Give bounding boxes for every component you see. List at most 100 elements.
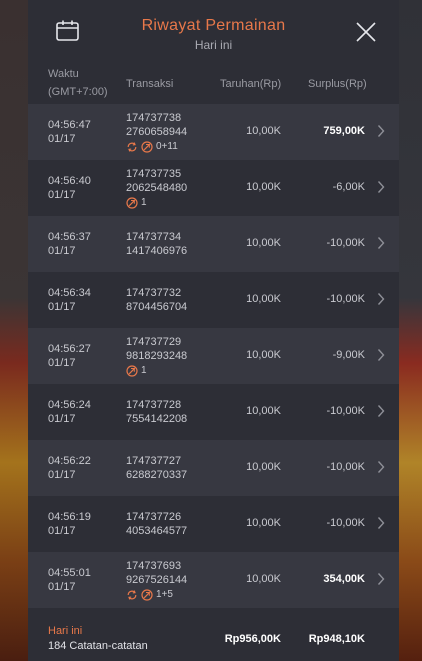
row-transaction-id: 174737729	[126, 336, 182, 348]
row-transaction: 174737728 7554142208	[126, 398, 187, 426]
history-row[interactable]: 04:56:47 01/17 174737738 2760658944 0+11 10,0…	[28, 104, 399, 160]
row-transaction-id: 174737726	[126, 511, 182, 523]
row-bet: 10,00K	[246, 349, 281, 361]
row-bet: 10,00K	[246, 573, 281, 585]
row-bet: 10,00K	[246, 125, 281, 137]
row-transaction: 174737729 9818293248 1	[126, 335, 187, 378]
row-time: 04:55:01 01/17	[48, 566, 91, 594]
row-date-value: 01/17	[48, 469, 76, 481]
row-transaction-ref: 8704456704	[126, 301, 188, 313]
row-bet: 10,00K	[246, 461, 281, 473]
row-badges: 1	[126, 364, 187, 378]
history-row[interactable]: 04:56:24 01/17 174737728 7554142208 10,00K -1…	[28, 384, 399, 440]
history-list: 04:56:47 01/17 174737738 2760658944 0+11 10,0…	[28, 104, 399, 608]
row-transaction: 174737735 2062548480 1	[126, 167, 187, 210]
summary-footer: Hari ini 184 Catatan-catatan Rp956,00K R…	[28, 614, 399, 661]
row-surplus: -10,00K	[326, 461, 365, 473]
row-time-value: 04:56:40	[48, 175, 91, 187]
history-row[interactable]: 04:56:37 01/17 174737734 1417406976 10,00K -1…	[28, 216, 399, 272]
footer-record-count: 184 Catatan-catatan	[48, 640, 148, 652]
row-surplus: -10,00K	[326, 517, 365, 529]
footer-period-label: Hari ini	[48, 625, 83, 637]
panel-subtitle: Hari ini	[194, 38, 233, 52]
row-transaction-ref: 2760658944	[126, 126, 188, 138]
row-bet: 10,00K	[246, 181, 281, 193]
chevron-right-icon[interactable]	[377, 516, 385, 530]
chevron-right-icon[interactable]	[377, 460, 385, 474]
game-background-left	[0, 0, 28, 661]
chevron-right-icon[interactable]	[377, 348, 385, 362]
bonus-icon	[141, 589, 153, 601]
badge-count: 1	[141, 365, 147, 376]
history-row[interactable]: 04:56:34 01/17 174737732 8704456704 10,00K -1…	[28, 272, 399, 328]
game-history-panel: Riwayat Permainan Hari ini Waktu (GMT+7:…	[28, 0, 399, 661]
row-transaction-id: 174737734	[126, 231, 182, 243]
row-transaction-ref: 1417406976	[126, 245, 188, 257]
row-badges: 0+11	[126, 140, 187, 154]
row-surplus: 759,00K	[323, 125, 365, 137]
row-date-value: 01/17	[48, 189, 76, 201]
row-transaction: 174737693 9267526144 1+5	[126, 559, 187, 602]
bonus-icon	[126, 197, 138, 209]
close-icon[interactable]	[354, 20, 378, 44]
row-transaction: 174737738 2760658944 0+11	[126, 111, 187, 154]
row-transaction: 174737734 1417406976	[126, 230, 187, 258]
footer-total-surplus: Rp948,10K	[308, 633, 365, 645]
panel-title: Riwayat Permainan	[141, 17, 286, 34]
row-time: 04:56:24 01/17	[48, 398, 91, 426]
row-bet: 10,00K	[246, 517, 281, 529]
chevron-right-icon[interactable]	[377, 404, 385, 418]
row-badges: 1	[126, 196, 187, 210]
row-time-value: 04:56:19	[48, 511, 91, 523]
column-timezone-label: (GMT+7:00)	[48, 86, 108, 98]
row-time: 04:56:34 01/17	[48, 286, 91, 314]
chevron-right-icon[interactable]	[377, 292, 385, 306]
row-date-value: 01/17	[48, 133, 76, 145]
footer-total-bet: Rp956,00K	[224, 633, 281, 645]
row-time-value: 04:56:47	[48, 119, 91, 131]
row-time: 04:56:37 01/17	[48, 230, 91, 258]
row-date-value: 01/17	[48, 357, 76, 369]
row-time-value: 04:56:37	[48, 231, 91, 243]
row-time-value: 04:56:27	[48, 343, 91, 355]
chevron-right-icon[interactable]	[377, 236, 385, 250]
row-badges: 1+5	[126, 588, 187, 602]
row-transaction-ref: 9818293248	[126, 350, 188, 362]
row-date-value: 01/17	[48, 301, 76, 313]
row-transaction-ref: 6288270337	[126, 469, 188, 481]
row-surplus: -6,00K	[332, 181, 365, 193]
row-bet: 10,00K	[246, 293, 281, 305]
row-transaction-id: 174737732	[126, 287, 182, 299]
row-date-value: 01/17	[48, 525, 76, 537]
badge-count: 0+11	[156, 141, 178, 152]
badge-count: 1+5	[156, 589, 173, 600]
row-transaction-id: 174737727	[126, 455, 182, 467]
history-row[interactable]: 04:56:22 01/17 174737727 6288270337 10,00K -1…	[28, 440, 399, 496]
row-transaction-ref: 4053464577	[126, 525, 188, 537]
column-time-label: Waktu	[48, 68, 79, 80]
row-transaction-ref: 9267526144	[126, 574, 188, 586]
chevron-right-icon[interactable]	[377, 572, 385, 586]
row-time-value: 04:56:22	[48, 455, 91, 467]
bonus-icon	[126, 365, 138, 377]
chevron-right-icon[interactable]	[377, 124, 385, 138]
history-row[interactable]: 04:55:01 01/17 174737693 9267526144 1+5 10,00…	[28, 552, 399, 608]
history-row[interactable]: 04:56:40 01/17 174737735 2062548480 1 10,00K -…	[28, 160, 399, 216]
row-time: 04:56:19 01/17	[48, 510, 91, 538]
row-transaction: 174737727 6288270337	[126, 454, 187, 482]
row-surplus: -10,00K	[326, 293, 365, 305]
row-date-value: 01/17	[48, 245, 76, 257]
free-spin-icon	[126, 141, 138, 153]
chevron-right-icon[interactable]	[377, 180, 385, 194]
row-time: 04:56:40 01/17	[48, 174, 91, 202]
row-time-value: 04:56:24	[48, 399, 91, 411]
row-transaction-id: 174737735	[126, 168, 182, 180]
row-bet: 10,00K	[246, 237, 281, 249]
column-bet-label: Taruhan(Rp)	[220, 78, 282, 90]
history-row[interactable]: 04:56:19 01/17 174737726 4053464577 10,00K -1…	[28, 496, 399, 552]
history-row[interactable]: 04:56:27 01/17 174737729 9818293248 1 10,00K -…	[28, 328, 399, 384]
row-transaction-id: 174737738	[126, 112, 182, 124]
row-date-value: 01/17	[48, 581, 76, 593]
row-surplus: -9,00K	[332, 349, 365, 361]
free-spin-icon	[126, 589, 138, 601]
